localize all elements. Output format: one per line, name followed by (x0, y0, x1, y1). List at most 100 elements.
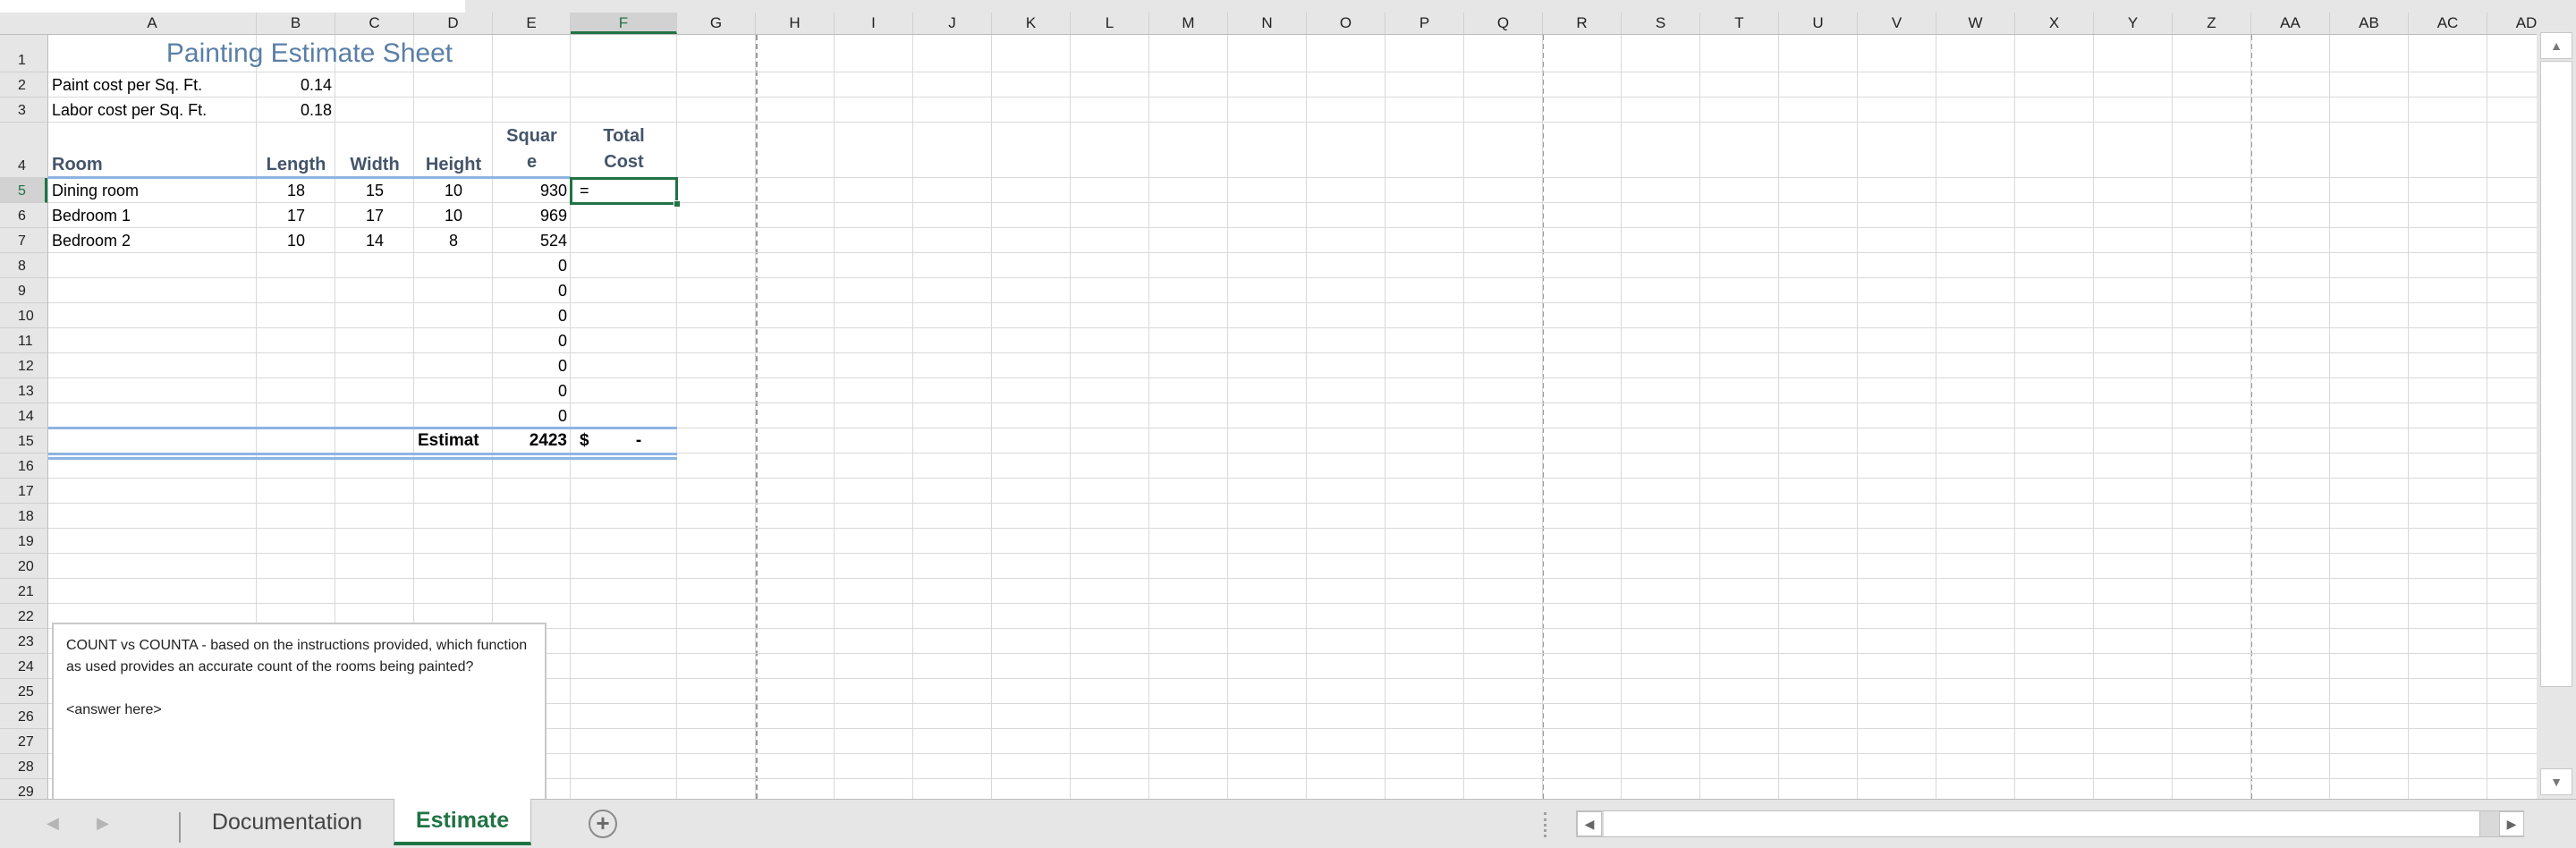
cell-square[interactable]: 0 (493, 328, 571, 353)
column-header-e[interactable]: E (493, 13, 571, 34)
scroll-left-button[interactable]: ◀ (1577, 811, 1602, 836)
scroll-up-button[interactable]: ▲ (2540, 32, 2572, 59)
cell-square[interactable]: 0 (493, 403, 571, 428)
cell-width[interactable]: 14 (335, 228, 414, 253)
column-header-c[interactable]: C (335, 13, 414, 34)
cell-length[interactable]: 17 (257, 203, 335, 228)
cell-length[interactable] (257, 253, 335, 278)
column-header-f[interactable]: F (571, 13, 677, 34)
column-header-n[interactable]: N (1228, 13, 1307, 34)
cell-height[interactable] (414, 253, 493, 278)
paint-cost-value[interactable]: 0.14 (257, 72, 335, 98)
labor-cost-label[interactable]: Labor cost per Sq. Ft. (48, 98, 257, 123)
row-header-24[interactable]: 24 (0, 654, 47, 679)
horizontal-scroll-thumb[interactable] (1604, 811, 2480, 836)
cell-room[interactable] (48, 403, 257, 428)
cell-length[interactable]: 18 (257, 178, 335, 203)
row-header-14[interactable]: 14 (0, 403, 47, 428)
square-total[interactable]: 2423 (493, 428, 571, 454)
cell-length[interactable] (257, 403, 335, 428)
row-header-27[interactable]: 27 (0, 729, 47, 754)
column-header-ab[interactable]: AB (2330, 13, 2409, 34)
fill-handle[interactable] (674, 200, 681, 208)
cell-square[interactable]: 969 (493, 203, 571, 228)
estimate-label[interactable]: Estimat (414, 428, 493, 454)
row-header-13[interactable]: 13 (0, 378, 47, 403)
vertical-scroll-thumb[interactable] (2540, 61, 2572, 687)
column-header-q[interactable]: Q (1464, 13, 1543, 34)
cell-room[interactable]: Bedroom 1 (48, 203, 257, 228)
column-header-g[interactable]: G (677, 13, 756, 34)
prev-sheet-icon[interactable]: ◀ (47, 814, 59, 833)
cell-length[interactable] (257, 278, 335, 303)
row-header-25[interactable]: 25 (0, 679, 47, 704)
column-header-aa[interactable]: AA (2251, 13, 2330, 34)
row-header-1[interactable]: 1 (0, 35, 47, 72)
row-header-8[interactable]: 8 (0, 253, 47, 278)
cell-total[interactable] (571, 253, 677, 278)
column-header-h[interactable]: H (756, 13, 835, 34)
column-header-b[interactable]: B (257, 13, 335, 34)
cell-room[interactable] (48, 303, 257, 328)
column-header-i[interactable]: I (835, 13, 913, 34)
cell-total[interactable] (571, 403, 677, 428)
row-header-6[interactable]: 6 (0, 203, 47, 228)
column-header-t[interactable]: T (1700, 13, 1779, 34)
cell-width[interactable] (335, 278, 414, 303)
cell-width[interactable]: 15 (335, 178, 414, 203)
row-header-17[interactable]: 17 (0, 479, 47, 504)
paint-cost-label[interactable]: Paint cost per Sq. Ft. (48, 72, 257, 98)
row-header-4[interactable]: 4 (0, 123, 47, 178)
scroll-right-button[interactable]: ▶ (2499, 811, 2524, 836)
cell-height[interactable]: 10 (414, 203, 493, 228)
cell-width[interactable] (335, 328, 414, 353)
cell-width[interactable]: 17 (335, 203, 414, 228)
cell-width[interactable] (335, 303, 414, 328)
cell-length[interactable] (257, 303, 335, 328)
column-header-u[interactable]: U (1779, 13, 1858, 34)
cell-height[interactable] (414, 328, 493, 353)
cell-square[interactable]: 0 (493, 278, 571, 303)
tab-estimate[interactable]: Estimate (394, 799, 531, 845)
row-header-18[interactable]: 18 (0, 504, 47, 529)
row-header-9[interactable]: 9 (0, 278, 47, 303)
add-sheet-icon[interactable]: + (589, 810, 617, 838)
cell-height[interactable] (414, 303, 493, 328)
cell-square[interactable]: 0 (493, 378, 571, 403)
column-header-d[interactable]: D (414, 13, 493, 34)
cell-square[interactable]: 0 (493, 303, 571, 328)
cell-total[interactable] (571, 353, 677, 378)
row-header-3[interactable]: 3 (0, 98, 47, 123)
column-header-x[interactable]: X (2015, 13, 2094, 34)
cost-total[interactable]: - (612, 428, 665, 454)
column-header-z[interactable]: Z (2173, 13, 2251, 34)
cell-square[interactable]: 930 (493, 178, 571, 203)
column-header-o[interactable]: O (1307, 13, 1385, 34)
cell-length[interactable] (257, 353, 335, 378)
row-header-10[interactable]: 10 (0, 303, 47, 328)
active-cell-selection[interactable] (570, 177, 678, 205)
cell-total[interactable] (571, 378, 677, 403)
cell-width[interactable] (335, 378, 414, 403)
header-total-cost[interactable]: Total Cost (571, 123, 677, 178)
horizontal-scrollbar[interactable]: ◀ ▶ (1576, 810, 2524, 837)
cell-total[interactable] (571, 328, 677, 353)
header-square[interactable]: Squar e (493, 123, 571, 178)
column-header-m[interactable]: M (1149, 13, 1228, 34)
row-header-28[interactable]: 28 (0, 754, 47, 779)
cell-room[interactable] (48, 328, 257, 353)
vertical-scrollbar[interactable]: ▲ ▼ (2537, 13, 2576, 799)
row-header-16[interactable]: 16 (0, 454, 47, 479)
next-sheet-icon[interactable]: ▶ (97, 814, 109, 833)
cell-total[interactable] (571, 303, 677, 328)
row-header-15[interactable]: 15 (0, 428, 47, 454)
cell-length[interactable] (257, 328, 335, 353)
row-header-5[interactable]: 5 (0, 178, 47, 203)
cell-length[interactable]: 10 (257, 228, 335, 253)
answer-placeholder[interactable]: <answer here> (66, 700, 532, 721)
row-header-7[interactable]: 7 (0, 228, 47, 253)
cell-room[interactable]: Dining room (48, 178, 257, 203)
cell-length[interactable] (257, 378, 335, 403)
cell-height[interactable] (414, 403, 493, 428)
cell-height[interactable] (414, 378, 493, 403)
